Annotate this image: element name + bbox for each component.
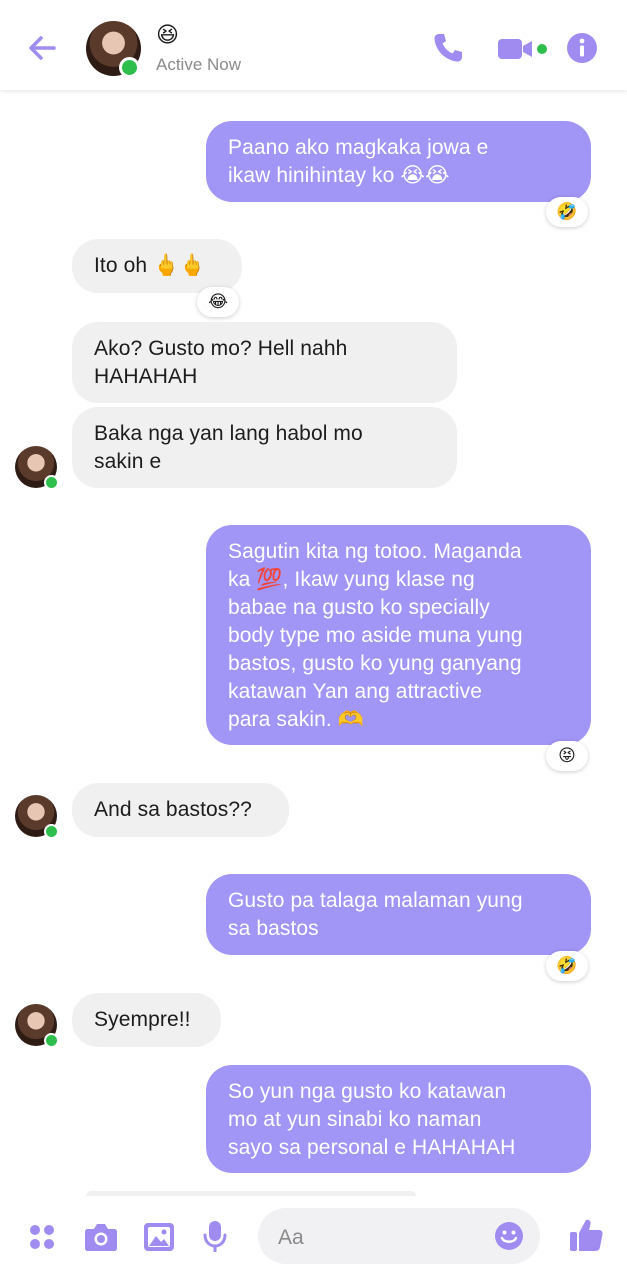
message-reaction[interactable]: 😂: [197, 287, 239, 317]
apps-icon[interactable]: [28, 1223, 56, 1251]
image-icon[interactable]: [143, 1222, 175, 1252]
active-status-text: Active Now: [156, 55, 242, 74]
message-incoming[interactable]: Ako? Gusto mo? Hell nahh HAHAHAH: [72, 322, 457, 403]
message-incoming[interactable]: Baka nga yan lang habol mo sakin e: [72, 407, 457, 488]
message-outgoing[interactable]: Sagutin kita ng totoo. Maganda ka 💯, Ika…: [206, 525, 591, 745]
message-outgoing[interactable]: Paano ako magkaka jowa e ikaw hinihintay…: [206, 121, 591, 202]
contact-status-emoji: 😆: [156, 22, 179, 47]
info-icon[interactable]: [565, 31, 599, 65]
message-reaction[interactable]: 🤣: [546, 951, 588, 981]
camera-icon[interactable]: [84, 1222, 118, 1252]
thumbs-up-icon[interactable]: [569, 1218, 603, 1252]
message-outgoing[interactable]: Gusto pa talaga malaman yung sa bastos: [206, 874, 591, 955]
video-camera-icon[interactable]: [496, 32, 552, 66]
phone-icon[interactable]: [430, 30, 466, 66]
online-indicator: [44, 824, 59, 839]
message-incoming[interactable]: Syempre!!: [72, 993, 221, 1047]
message-incoming[interactable]: And sa bastos??: [72, 783, 289, 837]
message-thread[interactable]: Paano ako magkaka jowa e ikaw hinihintay…: [0, 90, 627, 1196]
microphone-icon[interactable]: [202, 1220, 228, 1254]
chat-header: 😆 Active Now: [0, 0, 627, 90]
online-indicator: [44, 1033, 59, 1048]
message-composer[interactable]: [258, 1208, 540, 1264]
message-input[interactable]: [276, 1223, 480, 1253]
emoji-icon[interactable]: [494, 1221, 524, 1251]
message-reaction[interactable]: 🤣: [546, 197, 588, 227]
message-reaction[interactable]: 😝: [546, 741, 588, 771]
online-indicator: [44, 475, 59, 490]
message-incoming[interactable]: Ito oh 🖕🖕: [72, 239, 242, 293]
back-arrow-icon[interactable]: [24, 30, 60, 66]
message-outgoing[interactable]: So yun nga gusto ko katawan mo at yun si…: [206, 1065, 591, 1173]
composer-bar: [0, 1196, 627, 1280]
online-indicator: [119, 57, 140, 78]
